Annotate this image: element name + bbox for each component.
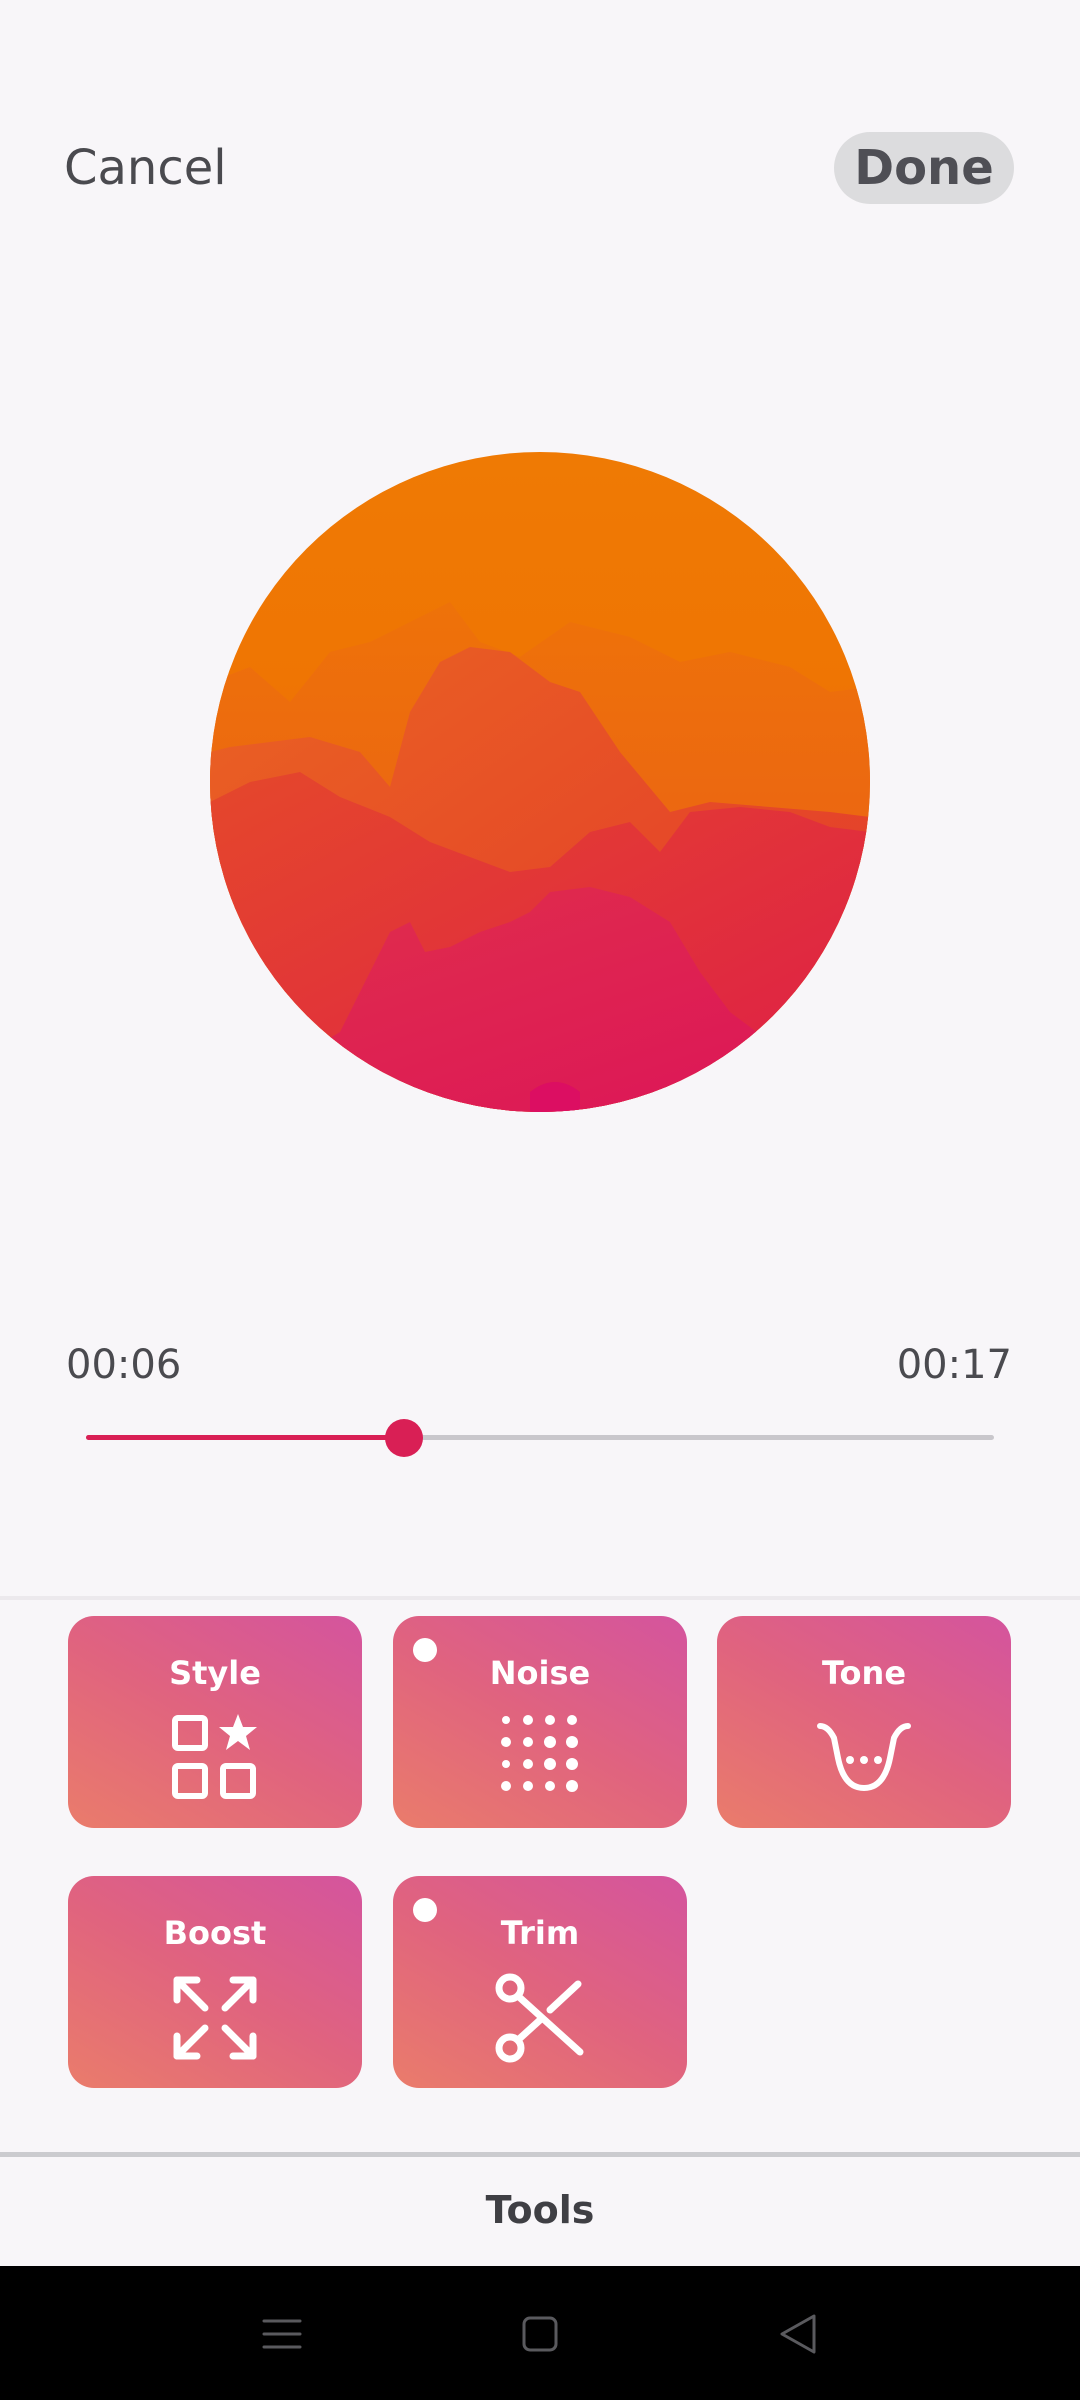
- tool-tone-label: Tone: [821, 1654, 907, 1692]
- style-grid-star-icon: [165, 1708, 265, 1808]
- panel-divider: [0, 1596, 1080, 1600]
- menu-icon[interactable]: [254, 2306, 310, 2362]
- mountain-sunset-image: [210, 452, 870, 1112]
- current-time: 00:06: [66, 1342, 182, 1388]
- home-square-icon[interactable]: [512, 2306, 568, 2362]
- expand-arrows-icon: [165, 1968, 265, 2068]
- tool-noise-button[interactable]: Noise: [393, 1616, 687, 1828]
- tone-curve-icon: [814, 1708, 914, 1808]
- tool-trim-label: Trim: [500, 1914, 580, 1952]
- tool-style-button[interactable]: Style: [68, 1616, 362, 1828]
- seek-slider[interactable]: [86, 1418, 994, 1458]
- noise-dots-icon: [490, 1708, 590, 1808]
- tool-tone-button[interactable]: Tone: [717, 1616, 1011, 1828]
- back-triangle-icon[interactable]: [770, 2306, 826, 2362]
- seek-thumb[interactable]: [384, 1419, 423, 1457]
- tab-bar-divider: [0, 2152, 1080, 2157]
- tool-trim-button[interactable]: Trim: [393, 1876, 687, 2088]
- done-button[interactable]: Done: [834, 132, 1014, 204]
- tool-boost-button[interactable]: Boost: [68, 1876, 362, 2088]
- system-navigation-bar: [0, 2266, 1080, 2400]
- tool-style-label: Style: [169, 1654, 261, 1692]
- cover-artwork: [210, 452, 870, 1112]
- total-time: 00:17: [896, 1342, 1012, 1388]
- seek-progress-fill: [86, 1435, 404, 1440]
- tool-noise-label: Noise: [489, 1654, 591, 1692]
- cancel-button[interactable]: Cancel: [64, 140, 227, 196]
- audio-editor-screen: Cancel Done 00:06 00:17 Style Noise Tone…: [0, 0, 1080, 2400]
- scissors-icon: [490, 1968, 590, 2068]
- tool-boost-label: Boost: [163, 1914, 267, 1952]
- tab-tools[interactable]: Tools: [0, 2188, 1080, 2232]
